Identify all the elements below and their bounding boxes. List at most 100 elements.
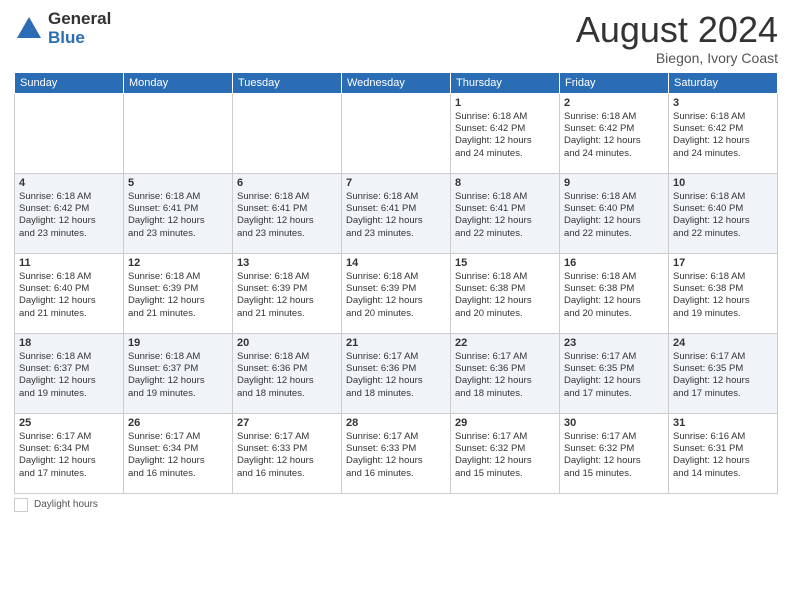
calendar-cell: 13Sunrise: 6:18 AM Sunset: 6:39 PM Dayli… bbox=[233, 253, 342, 333]
calendar-cell: 2 Sunrise: 6:18 AM Sunset: 6:42 PM Daylig… bbox=[560, 93, 669, 173]
day-number: 19 bbox=[128, 337, 228, 349]
day-number: 6 bbox=[237, 177, 337, 189]
header-day-friday: Friday bbox=[560, 72, 669, 93]
calendar-cell: 7 Sunrise: 6:18 AM Sunset: 6:41 PM Daylig… bbox=[342, 173, 451, 253]
header-day-monday: Monday bbox=[124, 72, 233, 93]
day-info: Sunrise: 6:17 AM Sunset: 6:32 PM Dayligh… bbox=[564, 431, 641, 479]
day-info: Sunrise: 6:18 AM Sunset: 6:37 PM Dayligh… bbox=[128, 351, 205, 399]
day-number: 30 bbox=[564, 417, 664, 429]
day-number: 5 bbox=[128, 177, 228, 189]
day-info: Sunrise: 6:18 AM Sunset: 6:42 PM Dayligh… bbox=[455, 111, 532, 159]
calendar-cell bbox=[124, 93, 233, 173]
day-number: 16 bbox=[564, 257, 664, 269]
logo-general: General bbox=[48, 10, 111, 29]
calendar-week-4: 18 Sunrise: 6:18 AM Sunset: 6:37 PM Dayli… bbox=[15, 333, 778, 413]
calendar-cell: 5 Sunrise: 6:18 AM Sunset: 6:41 PM Daylig… bbox=[124, 173, 233, 253]
day-info: Sunrise: 6:18 AM Sunset: 6:40 PM Dayligh… bbox=[673, 191, 750, 239]
header-day-wednesday: Wednesday bbox=[342, 72, 451, 93]
day-info: Sunrise: 6:17 AM Sunset: 6:36 PM Dayligh… bbox=[346, 351, 423, 399]
header-day-thursday: Thursday bbox=[451, 72, 560, 93]
day-info: Sunrise: 6:18 AM Sunset: 6:42 PM Dayligh… bbox=[564, 111, 641, 159]
footer: Daylight hours bbox=[14, 498, 778, 512]
calendar-cell: 29 Sunrise: 6:17 AM Sunset: 6:32 PM Dayli… bbox=[451, 413, 560, 493]
month-title: August 2024 bbox=[576, 10, 778, 50]
day-number: 11 bbox=[19, 257, 119, 269]
calendar-cell: 4 Sunrise: 6:18 AM Sunset: 6:42 PM Daylig… bbox=[15, 173, 124, 253]
calendar-cell: 23Sunrise: 6:17 AM Sunset: 6:35 PM Dayli… bbox=[560, 333, 669, 413]
day-number: 12 bbox=[128, 257, 228, 269]
calendar-cell: 25 Sunrise: 6:17 AM Sunset: 6:34 PM Dayli… bbox=[15, 413, 124, 493]
calendar-cell: 21 Sunrise: 6:17 AM Sunset: 6:36 PM Dayli… bbox=[342, 333, 451, 413]
calendar-cell: 8Sunrise: 6:18 AM Sunset: 6:41 PM Daylig… bbox=[451, 173, 560, 253]
day-number: 20 bbox=[237, 337, 337, 349]
calendar-cell bbox=[233, 93, 342, 173]
calendar-cell: 28Sunrise: 6:17 AM Sunset: 6:33 PM Dayli… bbox=[342, 413, 451, 493]
day-number: 4 bbox=[19, 177, 119, 189]
day-info: Sunrise: 6:18 AM Sunset: 6:42 PM Dayligh… bbox=[19, 191, 96, 239]
day-info: Sunrise: 6:18 AM Sunset: 6:40 PM Dayligh… bbox=[19, 271, 96, 319]
calendar-cell: 30 Sunrise: 6:17 AM Sunset: 6:32 PM Dayli… bbox=[560, 413, 669, 493]
day-info: Sunrise: 6:18 AM Sunset: 6:41 PM Dayligh… bbox=[237, 191, 314, 239]
header: General Blue August 2024 Biegon, Ivory C… bbox=[14, 10, 778, 66]
page-container: General Blue August 2024 Biegon, Ivory C… bbox=[0, 0, 792, 518]
day-number: 18 bbox=[19, 337, 119, 349]
day-info: Sunrise: 6:18 AM Sunset: 6:36 PM Dayligh… bbox=[237, 351, 314, 399]
day-number: 7 bbox=[346, 177, 446, 189]
calendar-week-1: 1 Sunrise: 6:18 AM Sunset: 6:42 PM Daylig… bbox=[15, 93, 778, 173]
calendar-cell bbox=[15, 93, 124, 173]
calendar-cell: 22Sunrise: 6:17 AM Sunset: 6:36 PM Dayli… bbox=[451, 333, 560, 413]
day-number: 9 bbox=[564, 177, 664, 189]
logo-text: General Blue bbox=[48, 10, 111, 47]
day-number: 26 bbox=[128, 417, 228, 429]
header-day-saturday: Saturday bbox=[669, 72, 778, 93]
title-block: August 2024 Biegon, Ivory Coast bbox=[576, 10, 778, 66]
calendar-cell: 14 Sunrise: 6:18 AM Sunset: 6:39 PM Dayli… bbox=[342, 253, 451, 333]
day-number: 23 bbox=[564, 337, 664, 349]
day-info: Sunrise: 6:18 AM Sunset: 6:41 PM Dayligh… bbox=[128, 191, 205, 239]
day-info: Sunrise: 6:18 AM Sunset: 6:42 PM Dayligh… bbox=[673, 111, 750, 159]
calendar-week-2: 4 Sunrise: 6:18 AM Sunset: 6:42 PM Daylig… bbox=[15, 173, 778, 253]
calendar-cell: 12 Sunrise: 6:18 AM Sunset: 6:39 PM Dayli… bbox=[124, 253, 233, 333]
logo-icon bbox=[14, 14, 44, 44]
header-day-sunday: Sunday bbox=[15, 72, 124, 93]
calendar-cell: 9 Sunrise: 6:18 AM Sunset: 6:40 PM Daylig… bbox=[560, 173, 669, 253]
day-info: Sunrise: 6:18 AM Sunset: 6:37 PM Dayligh… bbox=[19, 351, 96, 399]
day-number: 21 bbox=[346, 337, 446, 349]
day-info: Sunrise: 6:17 AM Sunset: 6:34 PM Dayligh… bbox=[19, 431, 96, 479]
calendar-cell: 3 Sunrise: 6:18 AM Sunset: 6:42 PM Daylig… bbox=[669, 93, 778, 173]
day-number: 3 bbox=[673, 97, 773, 109]
calendar-cell: 31Sunrise: 6:16 AM Sunset: 6:31 PM Dayli… bbox=[669, 413, 778, 493]
calendar-cell: 18 Sunrise: 6:18 AM Sunset: 6:37 PM Dayli… bbox=[15, 333, 124, 413]
calendar-header-row: SundayMondayTuesdayWednesdayThursdayFrid… bbox=[15, 72, 778, 93]
calendar-cell: 20 Sunrise: 6:18 AM Sunset: 6:36 PM Dayli… bbox=[233, 333, 342, 413]
calendar-week-3: 11 Sunrise: 6:18 AM Sunset: 6:40 PM Dayli… bbox=[15, 253, 778, 333]
day-number: 15 bbox=[455, 257, 555, 269]
calendar-cell: 19 Sunrise: 6:18 AM Sunset: 6:37 PM Dayli… bbox=[124, 333, 233, 413]
day-number: 1 bbox=[455, 97, 555, 109]
day-number: 17 bbox=[673, 257, 773, 269]
day-number: 28 bbox=[346, 417, 446, 429]
day-info: Sunrise: 6:18 AM Sunset: 6:39 PM Dayligh… bbox=[346, 271, 423, 319]
day-info: Sunrise: 6:18 AM Sunset: 6:40 PM Dayligh… bbox=[564, 191, 641, 239]
calendar-cell: 1 Sunrise: 6:18 AM Sunset: 6:42 PM Daylig… bbox=[451, 93, 560, 173]
day-info: Sunrise: 6:18 AM Sunset: 6:41 PM Dayligh… bbox=[346, 191, 423, 239]
day-info: Sunrise: 6:18 AM Sunset: 6:39 PM Dayligh… bbox=[128, 271, 205, 319]
calendar-cell: 17Sunrise: 6:18 AM Sunset: 6:38 PM Dayli… bbox=[669, 253, 778, 333]
day-number: 25 bbox=[19, 417, 119, 429]
day-number: 14 bbox=[346, 257, 446, 269]
day-number: 2 bbox=[564, 97, 664, 109]
day-info: Sunrise: 6:17 AM Sunset: 6:36 PM Dayligh… bbox=[455, 351, 532, 399]
calendar-cell bbox=[342, 93, 451, 173]
day-number: 29 bbox=[455, 417, 555, 429]
day-info: Sunrise: 6:17 AM Sunset: 6:32 PM Dayligh… bbox=[455, 431, 532, 479]
day-number: 10 bbox=[673, 177, 773, 189]
logo-blue: Blue bbox=[48, 29, 111, 48]
calendar-cell: 27Sunrise: 6:17 AM Sunset: 6:33 PM Dayli… bbox=[233, 413, 342, 493]
logo: General Blue bbox=[14, 10, 111, 47]
calendar-table: SundayMondayTuesdayWednesdayThursdayFrid… bbox=[14, 72, 778, 494]
location-subtitle: Biegon, Ivory Coast bbox=[576, 50, 778, 66]
calendar-cell: 15Sunrise: 6:18 AM Sunset: 6:38 PM Dayli… bbox=[451, 253, 560, 333]
calendar-cell: 16Sunrise: 6:18 AM Sunset: 6:38 PM Dayli… bbox=[560, 253, 669, 333]
calendar-cell: 26Sunrise: 6:17 AM Sunset: 6:34 PM Dayli… bbox=[124, 413, 233, 493]
day-number: 13 bbox=[237, 257, 337, 269]
